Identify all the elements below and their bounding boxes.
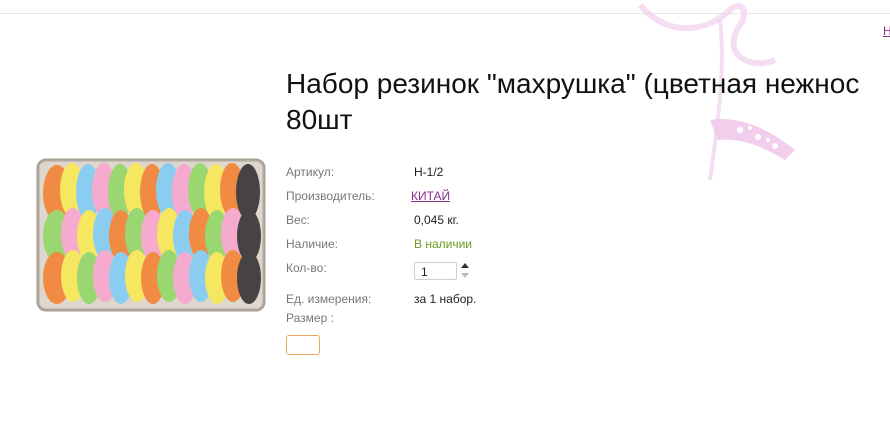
- article-label: Артикул:: [286, 165, 335, 179]
- size-label: Размер :: [286, 311, 334, 325]
- quantity-label: Кол-во:: [286, 261, 327, 275]
- manufacturer-link[interactable]: КИТАЙ: [411, 188, 450, 204]
- unit-label: Ед. измерения:: [286, 292, 372, 306]
- product-title-line-2: 80шт: [286, 104, 353, 135]
- product-title-line-1: Набор резинок "махрушка" (цветная нежнос: [286, 68, 860, 99]
- quantity-decrement-icon[interactable]: [461, 273, 469, 278]
- unit-value: за 1 набор.: [414, 292, 477, 306]
- article-value: Н-1/2: [414, 165, 444, 179]
- product-image[interactable]: [22, 118, 272, 346]
- weight-value: 0,045 кг.: [414, 213, 459, 227]
- quantity-input[interactable]: 1: [414, 262, 457, 280]
- size-select[interactable]: [286, 335, 320, 355]
- product-title: Набор резинок "махрушка" (цветная нежнос…: [286, 66, 890, 146]
- availability-label: Наличие:: [286, 237, 339, 251]
- weight-label: Вес:: [286, 213, 311, 227]
- availability-value: В наличии: [414, 237, 473, 251]
- manufacturer-label: Производитель:: [286, 189, 375, 203]
- quantity-increment-icon[interactable]: [461, 263, 469, 268]
